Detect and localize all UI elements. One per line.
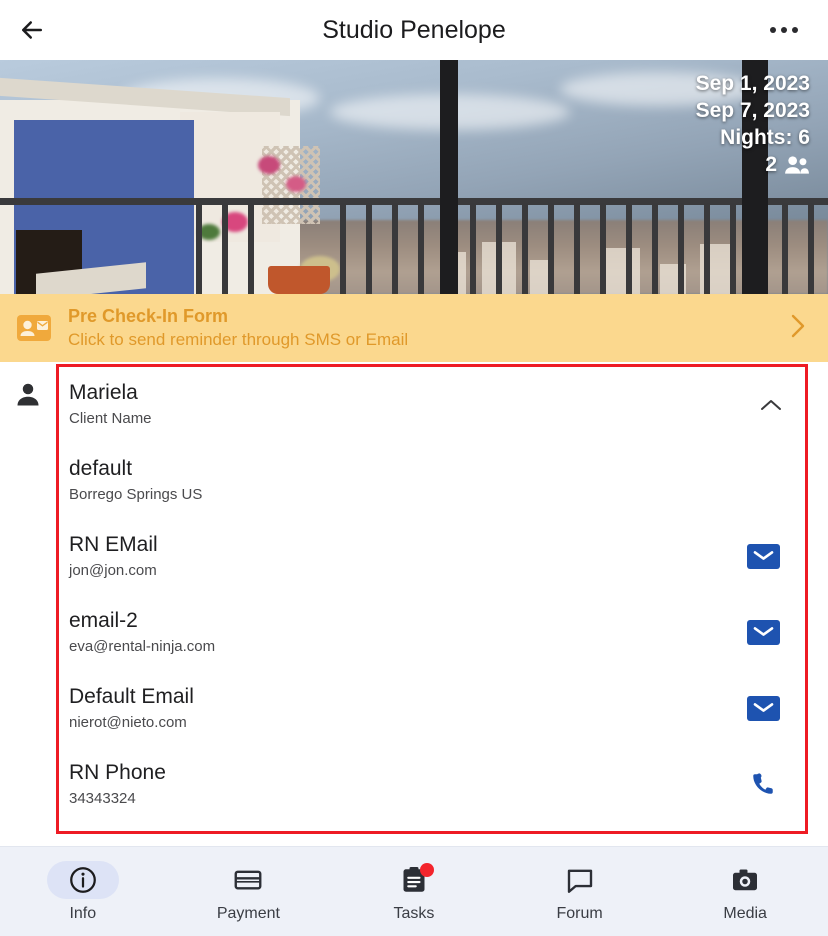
bottom-navigation: Info Payment Tasks Forum Media bbox=[0, 846, 828, 936]
check-out-date: Sep 7, 2023 bbox=[695, 99, 810, 122]
person-icon bbox=[17, 383, 39, 406]
contact-title: email-2 bbox=[69, 609, 138, 632]
booking-detail-screen: Studio Penelope Sep 1, 2023 Sep 7, 2023 … bbox=[0, 0, 828, 936]
contact-subtitle: Client Name bbox=[69, 410, 152, 427]
nav-label: Forum bbox=[556, 904, 603, 922]
nav-icon-wrap bbox=[544, 861, 616, 899]
contact-subtitle: nierot@nieto.com bbox=[69, 714, 187, 731]
chevron-up-icon bbox=[761, 400, 781, 410]
tasks-notification-badge bbox=[419, 862, 434, 877]
nav-icon-wrap bbox=[46, 860, 119, 899]
contact-subtitle: eva@rental-ninja.com bbox=[69, 638, 216, 655]
nav-item-forum[interactable]: Forum bbox=[497, 847, 663, 936]
nav-item-tasks[interactable]: Tasks bbox=[331, 847, 497, 936]
credit-card-icon bbox=[234, 870, 262, 889]
contact-card-icon bbox=[16, 314, 68, 342]
people-icon bbox=[785, 155, 809, 174]
contact-row-email-2[interactable]: email-2 eva@rental-ninja.com bbox=[59, 595, 805, 669]
send-email-button[interactable] bbox=[735, 543, 791, 569]
contact-row-default-email[interactable]: Default Email nierot@nieto.com bbox=[59, 671, 805, 745]
nav-label: Payment bbox=[216, 904, 280, 922]
contact-details-panel: Mariela Client Name default Borrego Spri… bbox=[56, 364, 808, 834]
info-icon bbox=[69, 866, 96, 893]
nav-icon-wrap bbox=[378, 861, 450, 899]
nav-icon-wrap bbox=[709, 861, 781, 899]
back-button[interactable] bbox=[0, 0, 64, 60]
contact-row-rn-email[interactable]: RN EMail jon@jon.com bbox=[59, 519, 805, 593]
app-header: Studio Penelope bbox=[0, 0, 828, 60]
send-email-button[interactable] bbox=[735, 695, 791, 721]
guest-count: 2 bbox=[765, 153, 777, 176]
collapse-section-button[interactable] bbox=[751, 396, 791, 412]
arrow-left-icon bbox=[22, 21, 42, 39]
contact-title: default bbox=[69, 457, 133, 480]
contact-title: RN EMail bbox=[69, 533, 158, 556]
contact-row-client-name[interactable]: Mariela Client Name bbox=[59, 367, 805, 441]
guest-count-line: 2 bbox=[696, 151, 810, 178]
nav-icon-wrap bbox=[212, 861, 284, 899]
nav-item-media[interactable]: Media bbox=[662, 847, 828, 936]
nav-item-payment[interactable]: Payment bbox=[166, 847, 332, 936]
property-hero-image[interactable]: Sep 1, 2023 Sep 7, 2023 Nights: 6 2 bbox=[0, 60, 828, 294]
chat-bubble-icon bbox=[567, 869, 592, 893]
contact-subtitle: Borrego Springs US bbox=[69, 486, 203, 503]
person-icon-gutter bbox=[0, 364, 56, 834]
contact-row-location[interactable]: default Borrego Springs US bbox=[59, 443, 805, 517]
nav-label: Media bbox=[723, 904, 767, 922]
nav-label: Info bbox=[69, 904, 97, 922]
pre-checkin-title: Pre Check-In Form bbox=[68, 306, 229, 326]
nav-label: Tasks bbox=[393, 904, 435, 922]
pre-checkin-text: Pre Check-In Form Click to send reminder… bbox=[68, 305, 790, 351]
pre-checkin-banner[interactable]: Pre Check-In Form Click to send reminder… bbox=[0, 294, 828, 362]
nights-count: Nights: 6 bbox=[720, 126, 810, 149]
more-options-icon bbox=[770, 27, 776, 33]
pre-checkin-subtitle: Click to send reminder through SMS or Em… bbox=[68, 330, 409, 349]
email-icon bbox=[746, 619, 780, 645]
send-email-button[interactable] bbox=[735, 619, 791, 645]
contact-row-rn-phone[interactable]: RN Phone 34343324 bbox=[59, 747, 805, 821]
email-icon bbox=[746, 543, 780, 569]
phone-icon bbox=[753, 773, 773, 794]
chevron-right-icon[interactable] bbox=[790, 313, 810, 344]
call-phone-button[interactable] bbox=[735, 771, 791, 797]
nav-item-info[interactable]: Info bbox=[0, 847, 166, 936]
contact-title: Default Email bbox=[69, 685, 194, 708]
page-title: Studio Penelope bbox=[322, 16, 506, 44]
guest-contact-section: Mariela Client Name default Borrego Spri… bbox=[0, 362, 828, 834]
check-in-date: Sep 1, 2023 bbox=[695, 72, 810, 95]
contact-title: RN Phone bbox=[69, 761, 166, 784]
contact-subtitle: 34343324 bbox=[69, 790, 136, 807]
camera-icon bbox=[733, 869, 758, 890]
email-icon bbox=[746, 695, 780, 721]
stay-summary-overlay: Sep 1, 2023 Sep 7, 2023 Nights: 6 2 bbox=[696, 70, 810, 178]
contact-subtitle: jon@jon.com bbox=[69, 562, 157, 579]
more-options-button[interactable] bbox=[754, 0, 814, 60]
contact-title: Mariela bbox=[69, 381, 138, 404]
